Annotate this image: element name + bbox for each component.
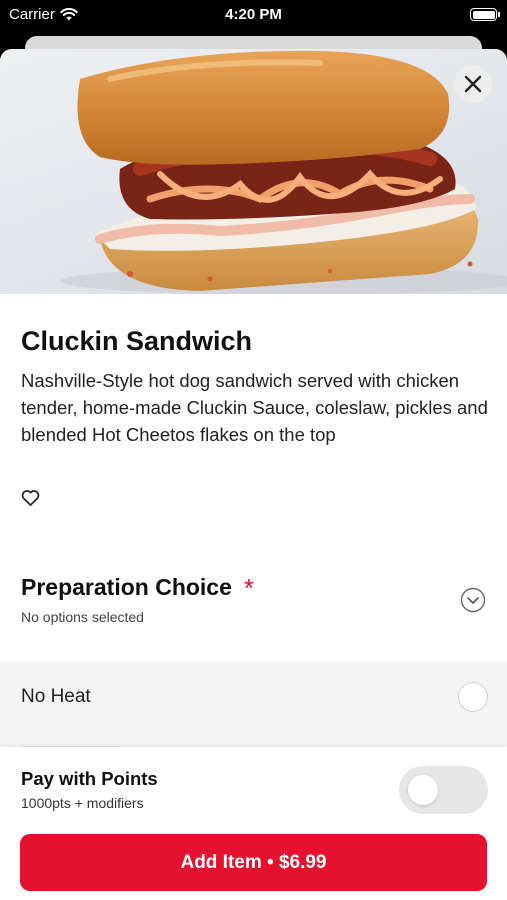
add-item-button[interactable]: Add Item • $6.99 [20,834,487,891]
option-radio[interactable] [458,682,488,712]
toggle-knob [408,775,438,805]
close-icon [464,75,482,93]
required-marker: * [243,572,255,603]
battery-icon [470,8,500,21]
modifier-group-subtitle: No options selected [21,609,144,625]
option-label: No Heat [21,686,91,707]
item-description: Nashville-Style hot dog sandwich served … [21,370,488,445]
sandwich-illustration [60,50,507,294]
status-time: 4:20 PM [225,6,282,23]
item-title: Cluckin Sandwich [21,326,253,356]
heart-icon[interactable] [21,489,40,507]
item-detail-sheet: Cluckin Sandwich Nashville-Style hot dog… [0,49,507,900]
pay-with-points-title: Pay with Points [21,768,158,789]
pay-with-points-toggle[interactable] [399,766,488,814]
close-button[interactable] [454,65,492,103]
checkout-panel: Pay with Points 1000pts + modifiers Add … [0,747,507,900]
option-row[interactable]: No Heat [0,661,507,747]
modifier-group-header: Preparation Choice * [21,574,254,601]
modifier-group-title: Preparation Choice [21,574,232,600]
status-bar: Carrier 4:20 PM [0,0,507,30]
chevron-down-icon[interactable] [460,587,486,613]
item-photo [0,49,507,294]
pay-with-points-subtitle: 1000pts + modifiers [21,795,144,811]
